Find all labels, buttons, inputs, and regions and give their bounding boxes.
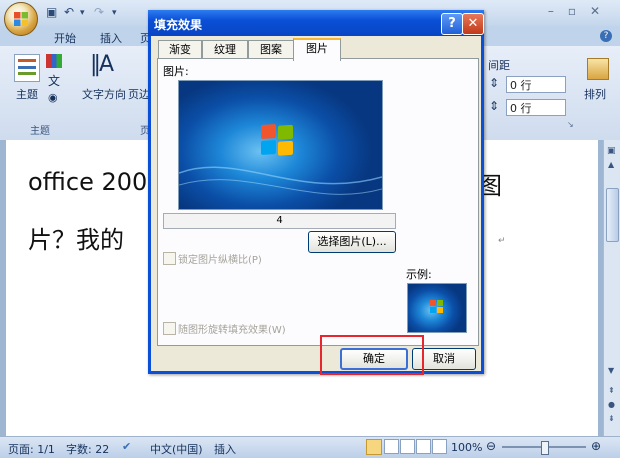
quick-access-dropdown-icon[interactable]: ▾	[112, 8, 117, 22]
lock-aspect-label: 锁定图片纵横比(P)	[178, 255, 262, 266]
draft-view-icon[interactable]	[432, 439, 447, 454]
undo-icon[interactable]: ↶	[64, 5, 74, 19]
dialog-close-button[interactable]: ✕	[462, 13, 484, 35]
ruler-toggle-icon[interactable]: ▣	[607, 146, 616, 156]
spacing-header: 间距	[488, 59, 510, 72]
undo-dropdown-icon[interactable]: ▾	[80, 8, 85, 22]
tab-gradient[interactable]: 渐变	[158, 40, 202, 59]
spacing-before-icon: ⇕	[489, 76, 500, 90]
themes-button[interactable]: 主题	[16, 86, 38, 102]
themes-group-label: 主题	[30, 126, 50, 137]
zoom-out-icon[interactable]: ⊖	[486, 439, 496, 453]
document-line-2: 片？我的	[28, 226, 124, 254]
spacing-before-input[interactable]: 0 行	[506, 76, 566, 93]
zoom-slider[interactable]	[502, 441, 586, 455]
sample-label: 示例:	[406, 268, 432, 281]
windows-logo-icon	[179, 124, 382, 195]
theme-effects-icon[interactable]: ◉	[48, 91, 58, 104]
status-bar: 页面: 1/1 字数: 22 ✔ 中文(中国) 插入 100% ⊖ ⊕	[0, 436, 620, 458]
tab-picture[interactable]: 图片	[293, 38, 341, 61]
dialog-title: 填充效果	[154, 18, 203, 32]
tab-home[interactable]: 开始	[54, 30, 76, 46]
dialog-title-bar: 填充效果	[148, 10, 484, 36]
sample-windows-logo-icon	[430, 300, 443, 313]
tab-insert[interactable]: 插入	[100, 30, 122, 46]
paragraph-dialog-launcher-icon[interactable]: ↘	[567, 120, 574, 129]
office-button[interactable]	[4, 2, 38, 36]
sample-preview	[407, 283, 467, 333]
theme-colors-icon[interactable]	[46, 54, 62, 68]
tab-texture[interactable]: 纹理	[202, 40, 248, 59]
zoom-level[interactable]: 100%	[451, 441, 482, 454]
lock-aspect-checkbox[interactable]	[163, 252, 176, 265]
spacing-after-icon: ⇕	[489, 99, 500, 113]
paragraph-mark: ↵	[498, 236, 506, 246]
text-direction-icon[interactable]: ‖A	[90, 52, 114, 77]
language-indicator[interactable]: 中文(中国)	[150, 441, 203, 457]
page-count[interactable]: 页面: 1/1	[8, 441, 55, 457]
zoom-slider-thumb[interactable]	[541, 441, 549, 455]
scroll-down-icon[interactable]: ▼	[608, 366, 614, 375]
redo-icon[interactable]: ↷	[94, 5, 104, 19]
save-icon[interactable]: ▣	[46, 5, 57, 19]
full-screen-view-icon[interactable]	[384, 439, 399, 454]
office-logo-icon	[14, 12, 28, 26]
margins-button[interactable]: 页边	[128, 86, 150, 102]
tab-pattern[interactable]: 图案	[248, 40, 294, 59]
outline-view-icon[interactable]	[416, 439, 431, 454]
theme-fonts-icon[interactable]: 文	[48, 72, 60, 89]
next-page-icon[interactable]: ⇟	[608, 414, 615, 423]
browse-object-icon[interactable]: ●	[608, 400, 615, 409]
highlight-annotation	[320, 335, 424, 375]
window-controls[interactable]: –▫✕	[548, 4, 614, 18]
web-layout-view-icon[interactable]	[400, 439, 415, 454]
rotate-with-shape-label: 随图形旋转填充效果(W)	[178, 325, 286, 336]
picture-label: 图片:	[163, 65, 189, 78]
spacing-after-input[interactable]: 0 行	[506, 99, 566, 116]
insert-mode[interactable]: 插入	[214, 441, 236, 457]
text-direction-button[interactable]: 文字方向	[82, 86, 126, 102]
document-line-1-left: office 200	[28, 168, 148, 196]
themes-icon[interactable]	[14, 54, 40, 82]
zoom-in-icon[interactable]: ⊕	[591, 439, 601, 453]
vertical-scrollbar[interactable]: ▣ ▲ ▼ ⇞ ● ⇟	[603, 140, 620, 436]
proofing-icon[interactable]: ✔	[122, 440, 131, 453]
rotate-with-shape-checkbox[interactable]	[163, 322, 176, 335]
print-layout-view-icon[interactable]	[366, 439, 382, 455]
arrange-icon[interactable]	[587, 58, 609, 80]
dialog-help-button[interactable]: ?	[441, 13, 463, 35]
select-picture-button[interactable]: 选择图片(L)...	[308, 231, 396, 253]
scroll-thumb[interactable]	[606, 188, 619, 242]
previous-page-icon[interactable]: ⇞	[608, 386, 615, 395]
word-count[interactable]: 字数: 22	[66, 441, 109, 457]
scroll-up-icon[interactable]: ▲	[608, 160, 614, 169]
help-icon[interactable]: ?	[600, 30, 612, 42]
picture-name: 4	[163, 213, 396, 229]
arrange-button[interactable]: 排列	[584, 86, 606, 102]
picture-preview	[178, 80, 383, 210]
